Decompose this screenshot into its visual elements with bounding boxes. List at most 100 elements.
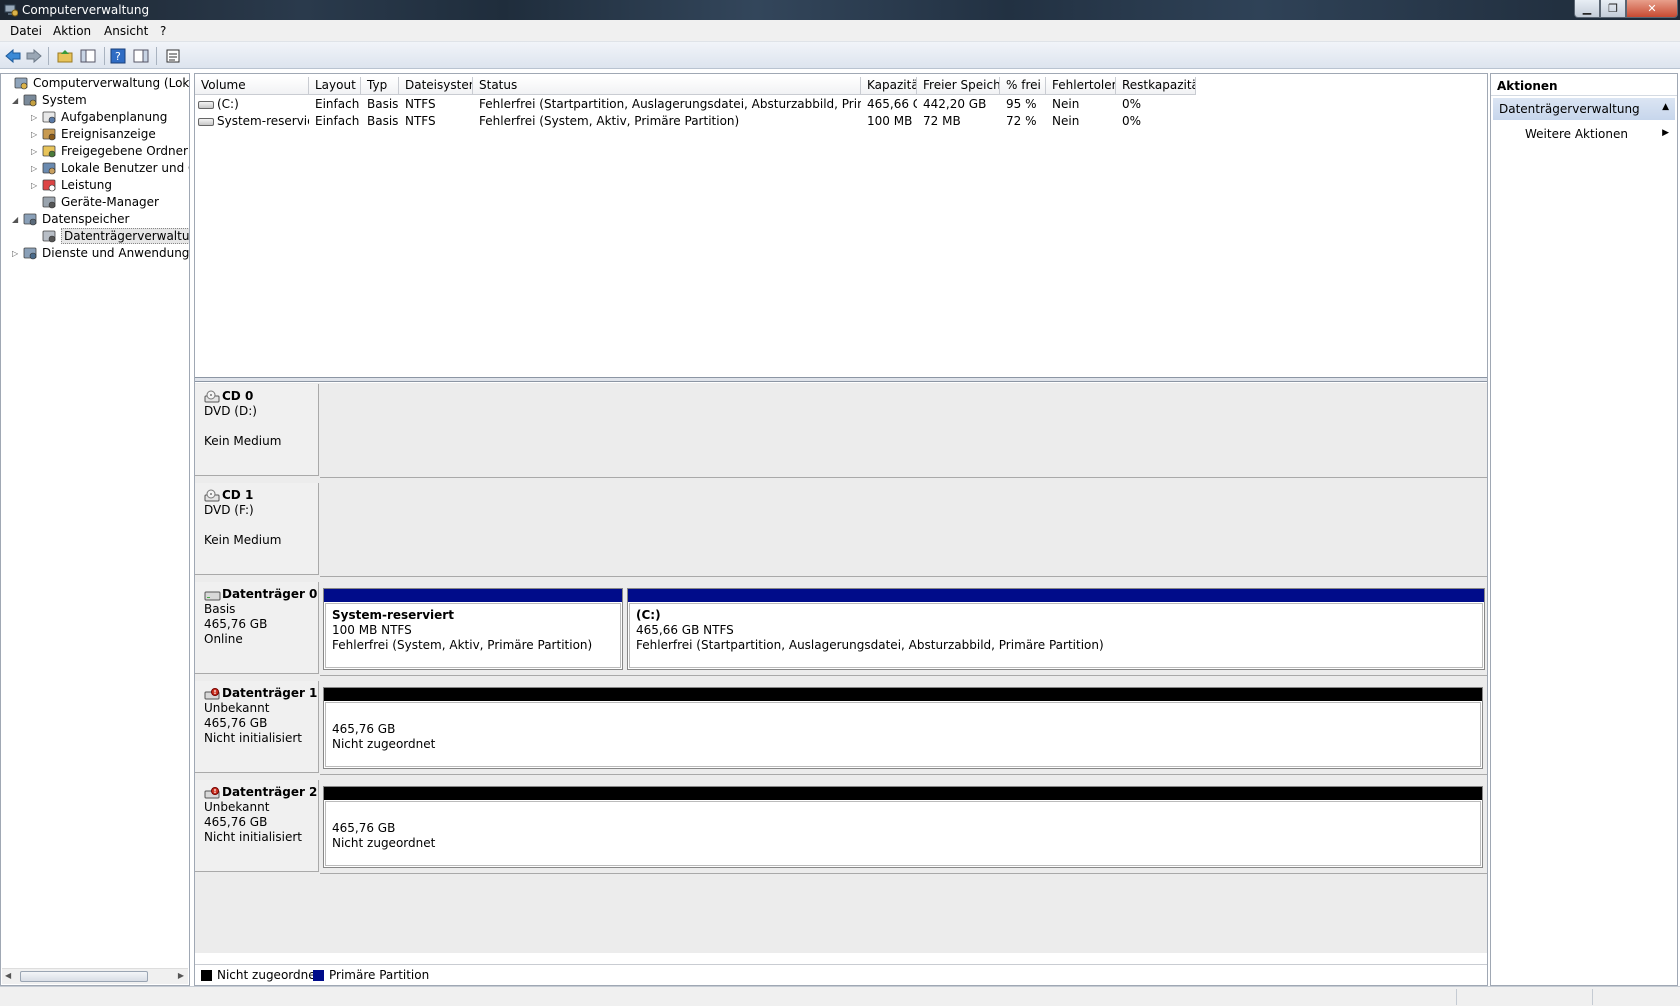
legend-swatch	[313, 969, 324, 981]
partition-size: 465,76 GB	[332, 722, 396, 736]
expanded-arrow-icon[interactable]: ◢	[12, 96, 22, 105]
table-cell: Einfach	[309, 96, 361, 113]
tree-item-aufgabenplanung[interactable]: ▷ Aufgabenplanung	[31, 108, 167, 126]
more-actions-item[interactable]: Weitere Aktionen ▶	[1493, 124, 1675, 144]
cell-text: NTFS	[405, 97, 436, 111]
column-header[interactable]: Typ	[361, 77, 399, 95]
disk-name: Datenträger 1	[204, 686, 318, 701]
disk-info-line2: 465,76 GB	[204, 617, 268, 631]
tree-item-leistung[interactable]: ▷ Leistung	[31, 176, 112, 194]
disk-info-line1: Unbekannt	[204, 800, 270, 814]
collapsed-arrow-icon[interactable]: ▷	[31, 113, 41, 122]
primary-partition[interactable]: (C:) 465,66 GB NTFS Fehlerfrei (Startparti…	[627, 588, 1485, 670]
menu-help[interactable]: ?	[160, 24, 166, 38]
disk-name-text: CD 0	[222, 389, 254, 403]
tree-item-label: Freigegebene Ordner	[61, 144, 188, 158]
scrollbar-thumb[interactable]	[20, 971, 148, 982]
tree-horizontal-scrollbar[interactable]: ◀ ▶	[2, 968, 188, 984]
column-header[interactable]: Status	[473, 77, 861, 95]
cell-text: 72 MB	[923, 114, 961, 128]
menu-aktion[interactable]: Aktion	[53, 24, 91, 38]
close-button[interactable]: ✕	[1626, 0, 1678, 18]
forward-arrow-icon[interactable]	[24, 46, 44, 66]
collapsed-arrow-icon[interactable]: ▷	[31, 181, 41, 190]
hard-disk-icon	[204, 591, 221, 600]
storage-icon	[23, 213, 37, 226]
disk-info-line1: Basis	[204, 602, 236, 616]
column-header[interactable]: Kapazität	[861, 77, 917, 95]
cell-text: Nein	[1052, 114, 1080, 128]
uninitialized-disk-icon	[204, 786, 220, 798]
table-cell: Fehlerfrei (System, Aktiv, Primäre Parti…	[473, 113, 861, 130]
cell-text: 100 MB	[867, 114, 913, 128]
properties-icon[interactable]	[163, 46, 183, 66]
up-folder-icon[interactable]	[55, 46, 75, 66]
tree-item-system[interactable]: ◢ System	[12, 91, 87, 109]
partition-status: Fehlerfrei (System, Aktiv, Primäre Parti…	[332, 638, 593, 652]
disk-info-line2: 465,76 GB	[204, 815, 268, 829]
disk-label[interactable]: Datenträger 1 Unbekannt 465,76 GB Nicht ini…	[195, 681, 319, 773]
show-hide-tree-icon[interactable]	[78, 46, 98, 66]
expanded-arrow-icon[interactable]: ◢	[12, 215, 22, 224]
column-header[interactable]: Dateisystem	[399, 77, 473, 95]
legend-label: Nicht zugeordnet	[217, 968, 321, 982]
cell-text: 0%	[1122, 114, 1142, 128]
menu-ansicht[interactable]: Ansicht	[104, 24, 148, 38]
column-header[interactable]: Volume	[195, 77, 309, 95]
disk-partitions	[320, 384, 1487, 478]
collapse-up-icon[interactable]: ▲	[1662, 102, 1669, 112]
drive-icon	[198, 117, 214, 126]
system-tools-icon	[23, 94, 37, 107]
disk-management-icon	[42, 230, 56, 243]
unallocated-space[interactable]: 465,76 GB Nicht zugeordnet	[323, 687, 1483, 769]
disk-label[interactable]: CD 0 DVD (D:) Kein Medium	[195, 384, 319, 476]
tree-item-ereignisanzeige[interactable]: ▷ Ereignisanzeige	[31, 125, 156, 143]
table-cell: Nein	[1046, 113, 1116, 130]
collapsed-arrow-icon[interactable]: ▷	[31, 130, 41, 139]
tree-item-label: Leistung	[61, 178, 112, 192]
disk-name-text: CD 1	[222, 488, 254, 502]
unallocated-space[interactable]: 465,76 GB Nicht zugeordnet	[323, 786, 1483, 868]
collapsed-arrow-icon[interactable]: ▷	[31, 164, 41, 173]
table-row[interactable]: (C:) Einfach Basis NTFS Fehlerfrei (Startpar…	[195, 96, 1487, 113]
tree-item-label: Ereignisanzeige	[61, 127, 156, 141]
table-cell: System-reserviert	[195, 113, 309, 130]
tree-item-dienste-und-anwendungen[interactable]: ▷ Dienste und Anwendungen	[12, 244, 189, 262]
tree-item-freigegebene-ordner[interactable]: ▷ Freigegebene Ordner	[31, 142, 188, 160]
tree-item-datenträgerverwaltung[interactable]: Datenträgerverwaltung	[31, 227, 189, 245]
minimize-button[interactable]: ▁	[1574, 0, 1600, 18]
collapsed-arrow-icon[interactable]: ▷	[31, 147, 41, 156]
tree-item-datenspeicher[interactable]: ◢ Datenspeicher	[12, 210, 129, 228]
cell-text: Basis	[367, 97, 399, 111]
maximize-button[interactable]: ❐	[1600, 0, 1626, 18]
tree-item-geräte-manager[interactable]: Geräte-Manager	[31, 193, 159, 211]
primary-partition[interactable]: System-reserviert 100 MB NTFS Fehlerfrei (…	[323, 588, 623, 670]
column-header[interactable]: Fehlertoleranz	[1046, 77, 1116, 95]
help-icon[interactable]: ?	[108, 46, 128, 66]
drive-icon	[198, 100, 214, 109]
show-hide-action-pane-icon[interactable]	[131, 46, 151, 66]
disk-label[interactable]: Datenträger 0 Basis 465,76 GB Online	[195, 582, 319, 674]
disk-info-line3: Kein Medium	[204, 533, 282, 547]
column-header[interactable]: Restkapazität	[1116, 77, 1196, 95]
menu-datei[interactable]: Datei	[10, 24, 42, 38]
pane-splitter[interactable]	[195, 377, 1487, 382]
column-header[interactable]: % frei	[1000, 77, 1046, 95]
column-header[interactable]: Layout	[309, 77, 361, 95]
tree-item-computerverwaltung-lokal[interactable]: Computerverwaltung (Lokal)	[3, 74, 189, 92]
tree-item-lokale-benutzer-und-gr[interactable]: ▷ Lokale Benutzer und Gr	[31, 159, 189, 177]
table-cell: NTFS	[399, 113, 473, 130]
collapsed-arrow-icon[interactable]: ▷	[12, 249, 22, 258]
disk-label[interactable]: CD 1 DVD (F:) Kein Medium	[195, 483, 319, 575]
actions-section-disk-management[interactable]: Datenträgerverwaltung ▲	[1493, 98, 1675, 120]
svg-text:?: ?	[115, 50, 121, 63]
disk-label[interactable]: Datenträger 2 Unbekannt 465,76 GB Nicht ini…	[195, 780, 319, 872]
computer-management-icon	[14, 77, 28, 90]
partition-size: 465,66 GB NTFS	[636, 623, 734, 637]
column-header[interactable]: Freier Speicher	[917, 77, 1000, 95]
table-row[interactable]: System-reserviert Einfach Basis NTFS Fehlerf…	[195, 113, 1487, 130]
table-cell: 72 %	[1000, 113, 1046, 130]
cd-drive-icon	[204, 489, 220, 501]
back-arrow-icon[interactable]	[3, 46, 23, 66]
legend-label: Primäre Partition	[329, 968, 430, 982]
